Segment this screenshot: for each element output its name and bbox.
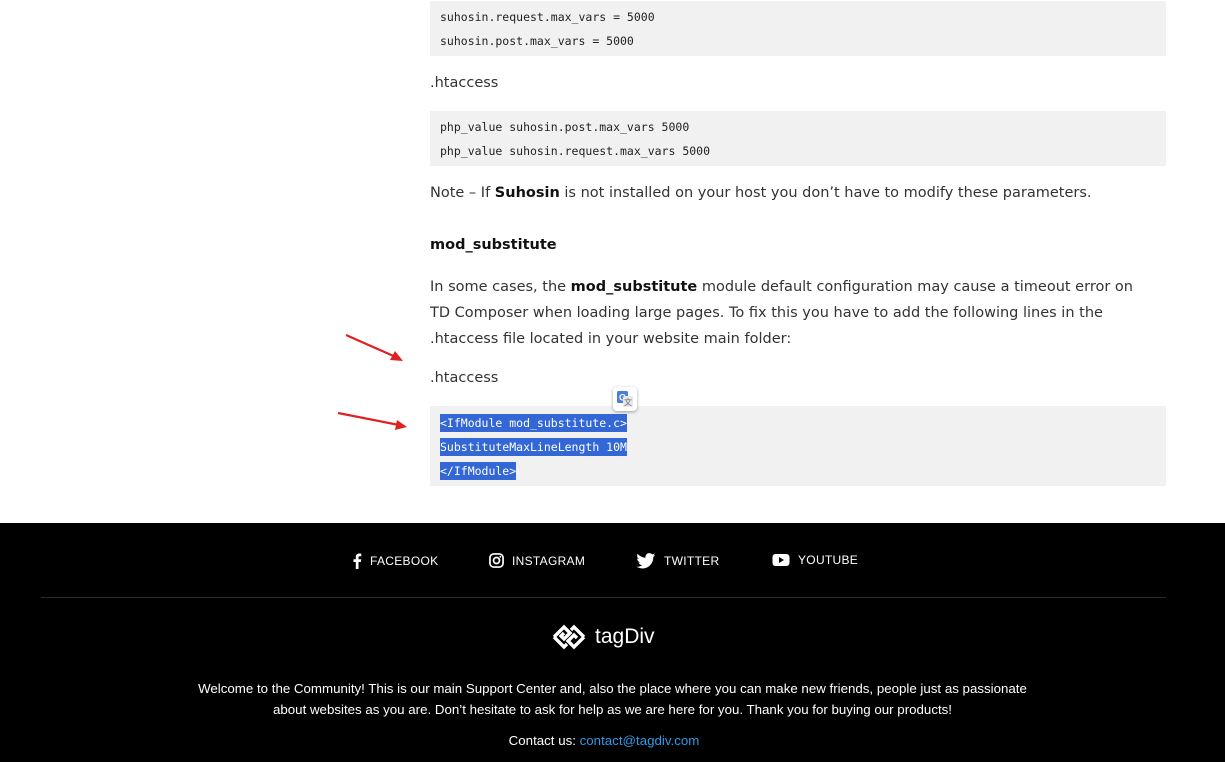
facebook-icon — [353, 553, 362, 569]
selected-text[interactable]: SubstituteMaxLineLength 10M — [440, 438, 627, 456]
logo-text: tagDiv — [595, 625, 655, 648]
tagdiv-logo[interactable]: tagDiv — [551, 623, 655, 651]
social-label: INSTAGRAM — [512, 553, 586, 568]
facebook-link[interactable]: FACEBOOK — [352, 553, 438, 569]
code-line-selected[interactable]: SubstituteMaxLineLength 10M — [440, 438, 627, 456]
site-footer: FACEBOOK INSTAGRAM TWITTER YOUTUBE tagDi… — [0, 523, 1225, 762]
google-translate-icon[interactable]: G 文 — [613, 387, 637, 411]
para-prefix: In some cases, the — [430, 279, 571, 295]
instagram-icon — [489, 553, 504, 568]
annotation-arrow-icon — [337, 411, 407, 430]
note-prefix: Note – If — [430, 185, 495, 201]
selected-text[interactable]: <IfModule mod_substitute.c> — [440, 414, 627, 432]
twitter-link[interactable]: TWITTER — [636, 553, 719, 569]
youtube-link[interactable]: YOUTUBE — [772, 553, 858, 567]
note-bold: Suhosin — [494, 185, 560, 201]
contact-line: Contact us: contact@tagdiv.com — [0, 733, 1208, 748]
code-line-selected[interactable]: <IfModule mod_substitute.c> — [440, 414, 627, 432]
code-line: php_value suhosin.post.max_vars 5000 — [440, 120, 690, 134]
annotation-arrow-icon — [345, 333, 403, 361]
para-bold: mod_substitute — [570, 279, 698, 295]
tagdiv-logo-icon — [552, 624, 586, 650]
social-label: YOUTUBE — [798, 553, 859, 567]
htaccess-label: .htaccess — [430, 75, 499, 91]
note-suffix: is not installed on your host you don’t … — [559, 185, 1092, 201]
code-block-php-value: php_value suhosin.post.max_vars 5000 php… — [430, 111, 1166, 166]
code-line: php_value suhosin.request.max_vars 5000 — [440, 144, 711, 158]
youtube-icon — [772, 554, 790, 566]
contact-label: Contact us: — [508, 733, 576, 748]
code-block-suhosin: suhosin.request.max_vars = 5000 suhosin.… — [430, 1, 1166, 56]
code-line: suhosin.request.max_vars = 5000 — [440, 10, 655, 24]
twitter-icon — [636, 553, 656, 569]
svg-text:文: 文 — [624, 397, 632, 407]
note-text: Note – If Suhosin is not installed on yo… — [430, 185, 1092, 201]
code-block-mod-substitute[interactable]: <IfModule mod_substitute.c> SubstituteMa… — [430, 406, 1166, 486]
selected-text[interactable]: </IfModule> — [440, 462, 517, 480]
code-line-selected[interactable]: </IfModule> — [440, 462, 517, 480]
social-label: TWITTER — [664, 554, 720, 568]
footer-divider — [41, 597, 1166, 598]
section-heading: mod_substitute — [430, 237, 557, 253]
instagram-link[interactable]: INSTAGRAM — [489, 553, 585, 568]
social-label: FACEBOOK — [370, 554, 439, 568]
mod-substitute-paragraph: In some cases, the mod_substitute module… — [430, 274, 1150, 352]
welcome-text: Welcome to the Community! This is our ma… — [198, 681, 1027, 717]
contact-email-link[interactable]: contact@tagdiv.com — [580, 733, 700, 748]
code-line: suhosin.post.max_vars = 5000 — [440, 34, 634, 48]
htaccess-label: .htaccess — [430, 370, 499, 386]
